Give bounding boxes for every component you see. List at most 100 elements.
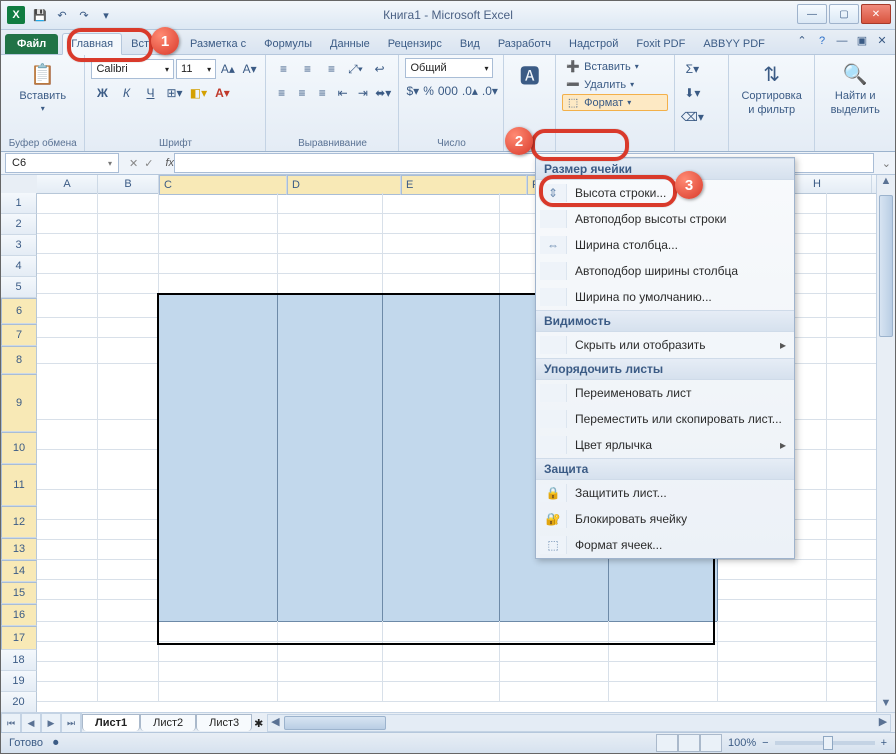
fill-color-button[interactable]: ◧▾	[187, 82, 209, 104]
cell[interactable]	[827, 519, 882, 540]
ribbon-tab[interactable]: Данные	[321, 33, 379, 54]
cell[interactable]	[159, 293, 278, 318]
cell[interactable]	[383, 273, 500, 294]
cell[interactable]	[98, 599, 159, 622]
cell[interactable]	[383, 449, 500, 490]
bold-button[interactable]: Ж	[91, 82, 113, 104]
cell[interactable]	[383, 489, 500, 520]
cell[interactable]	[98, 579, 159, 600]
sheet-tab[interactable]: Лист2	[140, 714, 196, 731]
cell[interactable]	[827, 621, 882, 642]
styles-button[interactable]: 🅰	[510, 58, 549, 90]
align-right-icon[interactable]: ≡	[313, 82, 331, 104]
cell[interactable]	[159, 621, 278, 642]
cell[interactable]	[383, 193, 500, 214]
ribbon-tab[interactable]: Надстрой	[560, 33, 627, 54]
sort-filter-button[interactable]: ⇅ Сортировка и фильтр	[735, 58, 808, 118]
cell[interactable]	[98, 363, 159, 420]
menu-move-copy-sheet[interactable]: Переместить или скопировать лист...	[536, 406, 794, 432]
row-header[interactable]: 6	[1, 298, 37, 324]
cell[interactable]	[159, 419, 278, 450]
undo-icon[interactable]: ↶	[53, 6, 71, 24]
ribbon-tab[interactable]: Разработч	[489, 33, 560, 54]
cell[interactable]	[609, 681, 718, 702]
menu-tab-color[interactable]: Цвет ярлычка	[536, 432, 794, 458]
select-all-corner[interactable]	[1, 175, 38, 194]
menu-protect-sheet[interactable]: 🔒Защитить лист...	[536, 480, 794, 506]
cell[interactable]	[827, 317, 882, 338]
cell[interactable]	[383, 519, 500, 540]
cell[interactable]	[500, 621, 609, 642]
fx-label[interactable]: fx	[165, 157, 174, 169]
paste-button[interactable]: 📋 Вставить ▾	[7, 58, 78, 115]
cell[interactable]	[827, 559, 882, 580]
cell[interactable]	[159, 519, 278, 540]
cell[interactable]	[278, 317, 383, 338]
file-tab[interactable]: Файл	[5, 34, 58, 54]
cell[interactable]	[609, 641, 718, 662]
row-header[interactable]: 12	[1, 506, 37, 538]
ribbon-tab[interactable]: Вид	[451, 33, 489, 54]
autosum-icon[interactable]: Σ▾	[681, 58, 703, 80]
cell[interactable]	[159, 489, 278, 520]
cell[interactable]	[98, 253, 159, 274]
window-inner-restore-icon[interactable]: ▣	[855, 34, 869, 47]
cell[interactable]	[159, 681, 278, 702]
cell[interactable]	[827, 579, 882, 600]
expand-formula-bar-icon[interactable]: ⌄	[878, 157, 895, 170]
cell[interactable]	[827, 193, 882, 214]
cell[interactable]	[278, 213, 383, 234]
menu-autofit-row[interactable]: Автоподбор высоты строки	[536, 206, 794, 232]
cell[interactable]	[383, 317, 500, 338]
increase-font-icon[interactable]: A▴	[218, 58, 238, 80]
cell[interactable]	[98, 293, 159, 318]
cell[interactable]	[37, 539, 98, 560]
cell[interactable]	[827, 641, 882, 662]
col-header[interactable]: B	[98, 175, 159, 193]
cell[interactable]	[159, 661, 278, 682]
cell[interactable]	[827, 449, 882, 490]
cell[interactable]	[278, 233, 383, 254]
cell[interactable]	[827, 661, 882, 682]
col-header[interactable]: A	[37, 175, 98, 193]
insert-cells-button[interactable]: ➕Вставить▾	[562, 58, 668, 75]
cell[interactable]	[383, 641, 500, 662]
view-normal-icon[interactable]	[656, 734, 678, 752]
cell[interactable]	[98, 559, 159, 580]
row-header[interactable]: 13	[1, 538, 37, 560]
cell[interactable]	[383, 599, 500, 622]
enter-formula-icon[interactable]: ✓	[144, 157, 153, 170]
row-header[interactable]: 8	[1, 346, 37, 374]
menu-default-width[interactable]: Ширина по умолчанию...	[536, 284, 794, 310]
fill-icon[interactable]: ⬇▾	[681, 82, 703, 104]
sheet-nav-next-icon[interactable]: ▶	[41, 713, 61, 733]
cell[interactable]	[278, 273, 383, 294]
find-select-button[interactable]: 🔍 Найти и выделить	[821, 58, 889, 118]
cell[interactable]	[278, 363, 383, 420]
cell[interactable]	[278, 621, 383, 642]
help-icon[interactable]: ?	[815, 35, 829, 47]
cell[interactable]	[718, 641, 827, 662]
zoom-slider[interactable]	[775, 741, 875, 745]
cell[interactable]	[98, 519, 159, 540]
row-header[interactable]: 5	[1, 277, 37, 298]
row-header[interactable]: 17	[1, 626, 37, 650]
row-header[interactable]: 10	[1, 432, 37, 464]
cell[interactable]	[278, 193, 383, 214]
ribbon-tab[interactable]: Foxit PDF	[627, 33, 694, 54]
cell[interactable]	[37, 681, 98, 702]
cell[interactable]	[383, 213, 500, 234]
zoom-out-icon[interactable]: −	[762, 737, 768, 749]
orientation-icon[interactable]: ⤢▾	[344, 58, 366, 80]
font-color-button[interactable]: A▾	[211, 82, 233, 104]
cell[interactable]	[827, 337, 882, 364]
cell[interactable]	[98, 317, 159, 338]
cell[interactable]	[718, 559, 827, 580]
cell[interactable]	[37, 449, 98, 490]
cell[interactable]	[159, 253, 278, 274]
cell[interactable]	[37, 579, 98, 600]
cell[interactable]	[827, 599, 882, 622]
menu-format-cells[interactable]: ⬚Формат ячеек...	[536, 532, 794, 558]
cell[interactable]	[718, 579, 827, 600]
align-left-icon[interactable]: ≡	[272, 82, 290, 104]
